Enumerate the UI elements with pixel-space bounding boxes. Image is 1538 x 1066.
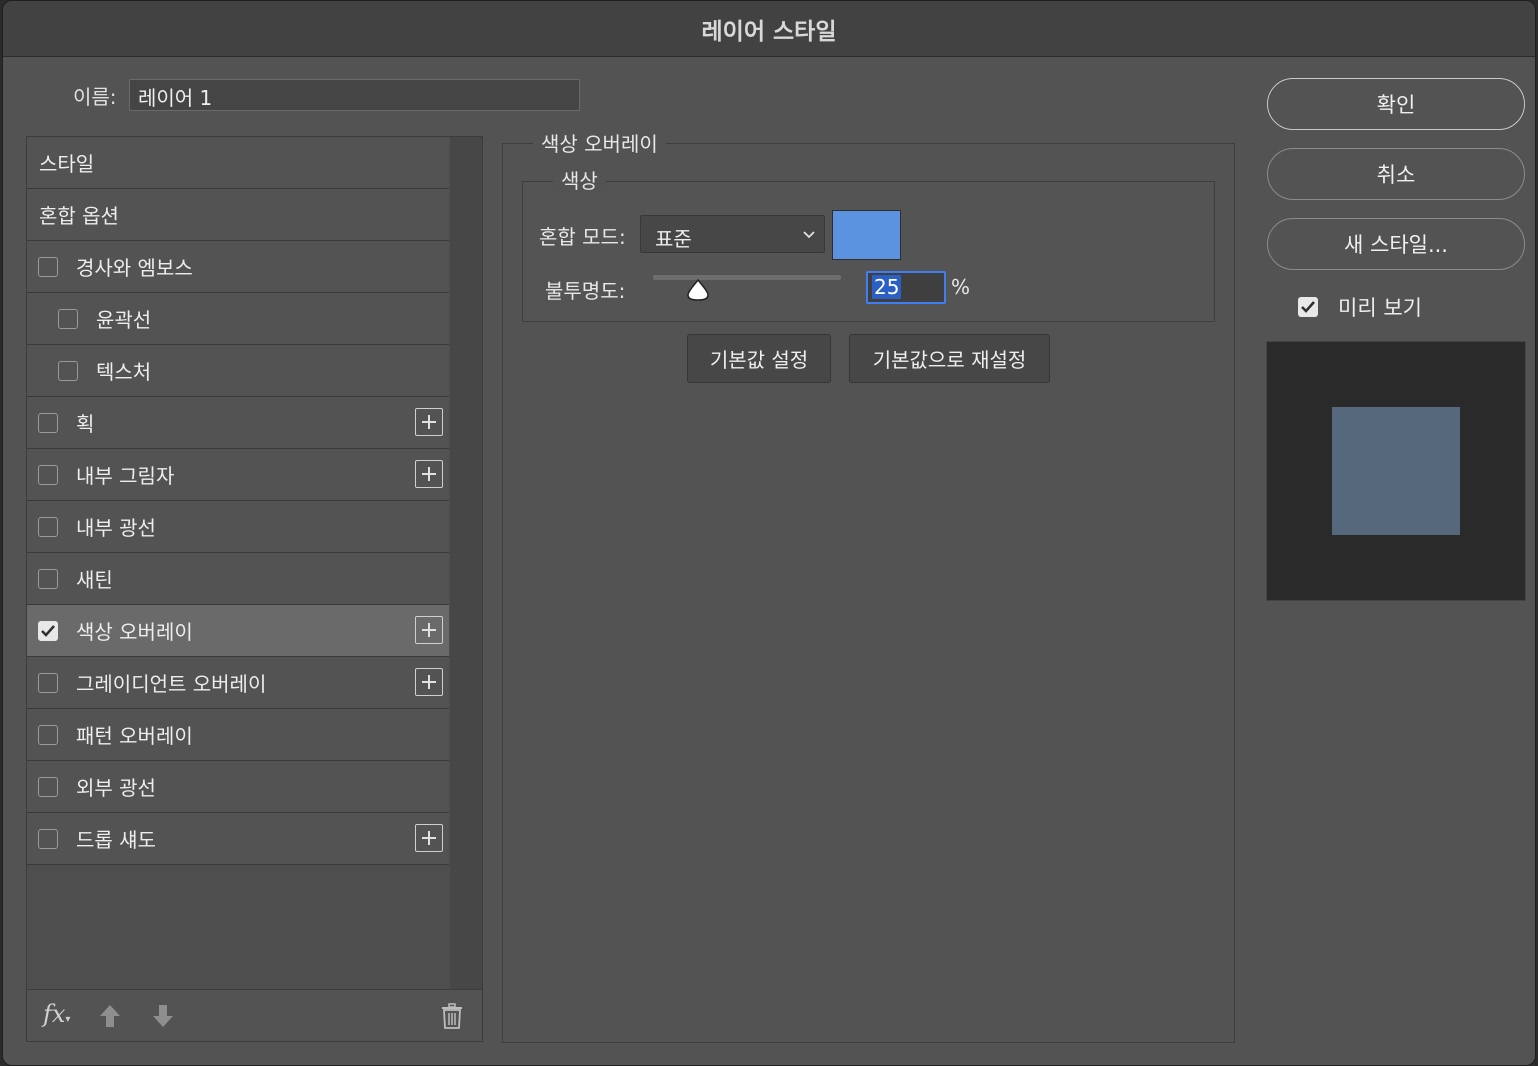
styles-scrollbar[interactable] [450, 137, 482, 989]
ok-button[interactable]: 확인 [1267, 78, 1525, 130]
style-item-label: 텍스처 [96, 360, 152, 384]
name-input[interactable]: 레이어 1 [129, 79, 580, 111]
add-effect-button[interactable] [415, 408, 443, 436]
style-checkbox[interactable] [38, 516, 58, 537]
plus-icon [422, 831, 436, 845]
plus-icon [422, 415, 436, 429]
style-item[interactable]: 텍스처 [27, 345, 449, 397]
style-item-label: 획 [76, 412, 95, 436]
opacity-unit: % [951, 275, 971, 299]
style-item[interactable]: 그레이디언트 오버레이 [27, 657, 449, 709]
chevron-down-icon [803, 231, 815, 239]
style-item-label: 외부 광선 [76, 776, 156, 800]
title-bar: 레이어 스타일 [3, 1, 1535, 57]
checkmark-icon [1301, 301, 1315, 313]
plus-icon [422, 623, 436, 637]
style-item[interactable]: 새틴 [27, 553, 449, 605]
style-checkbox[interactable] [38, 724, 58, 745]
opacity-input[interactable]: 25 [866, 271, 946, 304]
style-item[interactable]: 패턴 오버레이 [27, 709, 449, 761]
style-item[interactable]: 윤곽선 [27, 293, 449, 345]
blend-mode-value: 표준 [655, 227, 692, 251]
style-item-label: 드롭 섀도 [76, 828, 156, 852]
plus-icon [422, 467, 436, 481]
add-effect-button[interactable] [415, 668, 443, 696]
preview-thumbnail [1266, 341, 1526, 601]
add-effect-button[interactable] [415, 824, 443, 852]
preview-checkbox[interactable] [1298, 297, 1318, 317]
style-item[interactable]: 획 [27, 397, 449, 449]
style-item[interactable]: 경사와 엠보스 [27, 241, 449, 293]
color-subgroup-title: 색상 [553, 165, 606, 194]
move-down-icon[interactable] [150, 1002, 176, 1030]
opacity-slider-track[interactable] [653, 275, 841, 280]
style-checkbox[interactable] [58, 308, 78, 329]
style-item-label: 그레이디언트 오버레이 [76, 672, 267, 696]
fx-icon[interactable]: fx▾ [43, 1000, 70, 1028]
style-item-label: 혼합 옵션 [39, 204, 119, 228]
style-checkbox[interactable] [38, 568, 58, 589]
style-checkbox[interactable] [38, 464, 58, 485]
style-item[interactable]: 내부 광선 [27, 501, 449, 553]
style-item-label: 스타일 [39, 152, 95, 176]
style-item[interactable]: 혼합 옵션 [27, 189, 449, 241]
styles-list: 스타일혼합 옵션경사와 엠보스윤곽선텍스처획내부 그림자내부 광선새틴색상 오버… [27, 137, 449, 989]
blend-mode-select[interactable]: 표준 [640, 215, 825, 253]
trash-icon[interactable] [440, 1002, 464, 1030]
style-item[interactable]: 내부 그림자 [27, 449, 449, 501]
style-checkbox[interactable] [38, 828, 58, 849]
style-item-label: 윤곽선 [96, 308, 152, 332]
style-item[interactable]: 외부 광선 [27, 761, 449, 813]
style-checkbox[interactable] [58, 360, 78, 381]
move-up-icon[interactable] [97, 1002, 123, 1030]
style-checkbox[interactable] [38, 620, 58, 641]
opacity-value: 25 [872, 275, 902, 299]
style-item[interactable]: 스타일 [27, 137, 449, 189]
preview-square [1332, 407, 1460, 535]
cancel-button[interactable]: 취소 [1267, 148, 1525, 200]
plus-icon [422, 675, 436, 689]
style-item-label: 패턴 오버레이 [76, 724, 193, 748]
style-item-label: 색상 오버레이 [76, 620, 193, 644]
new-style-button[interactable]: 새 스타일... [1267, 218, 1525, 270]
style-item-label: 내부 광선 [76, 516, 156, 540]
style-checkbox[interactable] [38, 256, 58, 277]
style-item-label: 내부 그림자 [76, 464, 175, 488]
opacity-slider-thumb[interactable] [684, 277, 712, 303]
name-label: 이름: [73, 85, 117, 109]
style-item[interactable]: 드롭 섀도 [27, 813, 449, 865]
preview-toggle[interactable]: 미리 보기 [1298, 292, 1422, 322]
blend-mode-label: 혼합 모드: [539, 225, 626, 249]
add-effect-button[interactable] [415, 616, 443, 644]
styles-bottom-bar: fx▾ [27, 989, 482, 1041]
style-item-label: 새틴 [76, 568, 113, 592]
layer-style-dialog: 레이어 스타일 이름: 레이어 1 스타일혼합 옵션경사와 엠보스윤곽선텍스처획… [2, 0, 1536, 1066]
checkmark-icon [41, 624, 55, 637]
style-checkbox[interactable] [38, 412, 58, 433]
styles-panel: 스타일혼합 옵션경사와 엠보스윤곽선텍스처획내부 그림자내부 광선새틴색상 오버… [26, 136, 483, 1042]
color-overlay-group-title: 색상 오버레이 [533, 128, 666, 157]
add-effect-button[interactable] [415, 460, 443, 488]
style-checkbox[interactable] [38, 672, 58, 693]
overlay-color-swatch[interactable] [832, 210, 901, 260]
style-checkbox[interactable] [38, 776, 58, 797]
reset-to-default-button[interactable]: 기본값으로 재설정 [849, 334, 1050, 383]
dialog-title: 레이어 스타일 [701, 18, 837, 45]
style-item-label: 경사와 엠보스 [76, 256, 193, 280]
style-item[interactable]: 색상 오버레이 [27, 605, 449, 657]
preview-label: 미리 보기 [1338, 296, 1422, 320]
opacity-label: 불투명도: [545, 279, 626, 303]
make-default-button[interactable]: 기본값 설정 [687, 334, 831, 383]
